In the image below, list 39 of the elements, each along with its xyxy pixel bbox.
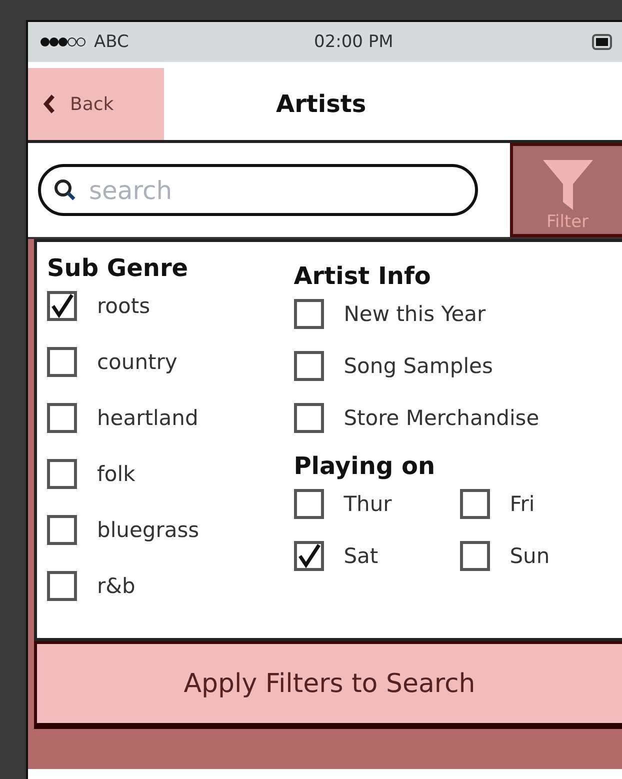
option-label: country xyxy=(97,350,178,374)
checkbox[interactable] xyxy=(294,351,324,381)
clock-time: 02:00 PM xyxy=(314,32,394,52)
checkbox[interactable] xyxy=(47,403,77,433)
battery-icon xyxy=(592,34,614,50)
screen-title: Artists xyxy=(276,90,366,118)
search-field[interactable]: search xyxy=(38,164,478,216)
option-label: Store Merchandise xyxy=(344,406,540,430)
option-label: r&b xyxy=(97,574,136,598)
checkbox[interactable] xyxy=(47,459,77,489)
option-label: Song Samples xyxy=(344,354,493,378)
option-label: bluegrass xyxy=(97,518,200,542)
search-icon xyxy=(53,178,77,202)
signal-icon xyxy=(40,36,86,48)
option-label: folk xyxy=(97,462,136,486)
checkbox[interactable] xyxy=(47,515,77,545)
option-label: roots xyxy=(97,294,150,318)
option-label: Sat xyxy=(344,544,378,568)
checkbox[interactable] xyxy=(47,347,77,377)
apply-filters-button[interactable]: Apply Filters to Search xyxy=(34,641,622,729)
section-heading: Sub Genre xyxy=(47,254,190,282)
checkbox[interactable] xyxy=(47,291,77,321)
back-button[interactable]: Back xyxy=(28,68,164,140)
checkbox[interactable] xyxy=(294,541,324,571)
checkbox[interactable] xyxy=(294,403,324,433)
carrier-name: ABC xyxy=(94,32,130,52)
checkbox[interactable] xyxy=(47,571,77,601)
option-label: heartland xyxy=(97,406,198,430)
section-heading: Playing on xyxy=(294,452,436,480)
checkbox[interactable] xyxy=(294,489,324,519)
chevron-left-icon xyxy=(42,93,56,115)
option-label: Fri xyxy=(510,492,535,516)
option-label: Thur xyxy=(344,492,392,516)
checkbox[interactable] xyxy=(460,489,490,519)
option-label: Sun xyxy=(510,544,550,568)
option-label: New this Year xyxy=(344,302,486,326)
section-heading: Artist Info xyxy=(294,262,432,290)
checkbox[interactable] xyxy=(294,299,324,329)
checkbox[interactable] xyxy=(460,541,490,571)
